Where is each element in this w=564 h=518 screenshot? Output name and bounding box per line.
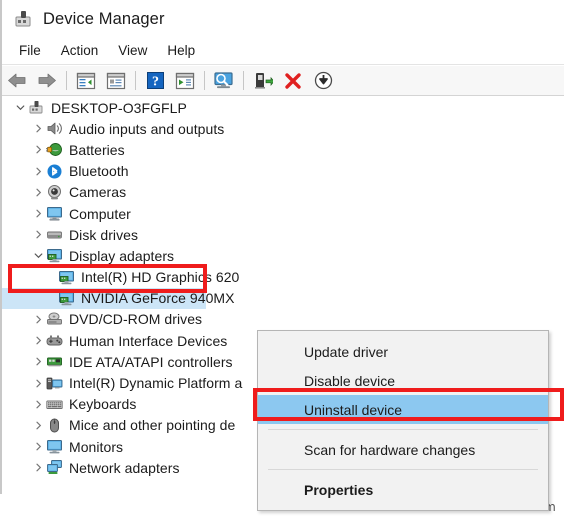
tree-item-label: Cameras bbox=[69, 184, 127, 201]
context-menu-item-properties[interactable]: Properties bbox=[258, 475, 548, 504]
tree-item-desktop[interactable]: DESKTOP-O3FGFLP bbox=[2, 97, 562, 118]
menu-file[interactable]: File bbox=[10, 40, 50, 62]
optical-drive-icon bbox=[46, 311, 63, 328]
chevron-right-icon[interactable] bbox=[30, 163, 46, 179]
tree-item-disk-drives[interactable]: Disk drives bbox=[2, 224, 562, 245]
enable-device-button[interactable] bbox=[250, 69, 276, 93]
chevron-right-icon[interactable] bbox=[30, 396, 46, 412]
display-adapter-icon bbox=[58, 290, 75, 307]
network-adapter-icon bbox=[46, 459, 63, 476]
display-adapter-icon bbox=[46, 247, 63, 264]
gamepad-icon bbox=[46, 332, 63, 349]
show-hide-console-tree-button[interactable] bbox=[73, 69, 99, 93]
toolbar: ? bbox=[2, 66, 564, 96]
chevron-right-icon[interactable] bbox=[30, 375, 46, 391]
display-adapter-icon bbox=[58, 269, 75, 286]
chevron-right-icon[interactable] bbox=[30, 184, 46, 200]
tree-item-label: Bluetooth bbox=[69, 163, 129, 180]
context-menu-item-uninstall-device[interactable]: Uninstall device bbox=[258, 395, 548, 424]
tree-item-label: DVD/CD-ROM drives bbox=[69, 311, 203, 328]
chevron-right-icon[interactable] bbox=[30, 439, 46, 455]
update-driver-button[interactable] bbox=[172, 69, 198, 93]
device-manager-window: Device Manager File Action View Help ? D… bbox=[0, 0, 564, 511]
window-title: Device Manager bbox=[43, 9, 165, 28]
toolbar-separator-4 bbox=[243, 71, 244, 90]
chevron-right-icon[interactable] bbox=[30, 417, 46, 433]
chevron-right-icon[interactable] bbox=[30, 311, 46, 327]
disk-drive-icon bbox=[46, 226, 63, 243]
uninstall-device-button[interactable] bbox=[280, 69, 306, 93]
tree-item-label: Keyboards bbox=[69, 396, 137, 413]
bluetooth-icon bbox=[46, 163, 63, 180]
chevron-right-icon[interactable] bbox=[30, 206, 46, 222]
toolbar-separator-1 bbox=[66, 71, 67, 90]
tree-item-label: Network adapters bbox=[69, 459, 180, 476]
chevron-right-icon[interactable] bbox=[30, 227, 46, 243]
chevron-right-icon[interactable] bbox=[30, 121, 46, 137]
tree-item-label: DESKTOP-O3FGFLP bbox=[51, 99, 187, 116]
context-menu-item-disable-device[interactable]: Disable device bbox=[258, 366, 548, 395]
battery-plug-icon bbox=[46, 141, 63, 158]
speaker-icon bbox=[46, 120, 63, 137]
computer-device-icon bbox=[28, 99, 45, 116]
tree-item-label: Intel(R) Dynamic Platform a bbox=[69, 375, 243, 392]
tree-item-audio[interactable]: Audio inputs and outputs bbox=[2, 118, 562, 139]
tree-item-label: Computer bbox=[69, 205, 131, 222]
context-menu[interactable]: Update driver Disable device Uninstall d… bbox=[257, 330, 549, 511]
menu-view[interactable]: View bbox=[109, 40, 156, 62]
toolbar-separator-3 bbox=[204, 71, 205, 90]
keyboard-icon bbox=[46, 396, 63, 413]
chevron-down-icon[interactable] bbox=[30, 248, 46, 264]
tree-item-label: Batteries bbox=[69, 141, 125, 158]
properties-button[interactable] bbox=[103, 69, 129, 93]
context-menu-item-update-driver[interactable]: Update driver bbox=[258, 337, 548, 366]
help-button[interactable]: ? bbox=[142, 69, 168, 93]
tree-item-label: Intel(R) HD Graphics 620 bbox=[81, 269, 240, 286]
tree-item-label: IDE ATA/ATAPI controllers bbox=[69, 353, 233, 370]
menu-action[interactable]: Action bbox=[52, 40, 108, 62]
context-menu-separator-1 bbox=[268, 429, 538, 430]
back-button[interactable] bbox=[4, 69, 30, 93]
mouse-icon bbox=[46, 417, 63, 434]
tree-item-nvidia-geforce[interactable]: NVIDIA GeForce 940MX bbox=[2, 287, 562, 309]
chevron-right-icon[interactable] bbox=[30, 460, 46, 476]
tree-item-dvd-cdrom[interactable]: DVD/CD-ROM drives bbox=[2, 309, 562, 330]
chevron-down-icon[interactable] bbox=[12, 100, 28, 116]
disable-device-button[interactable] bbox=[310, 69, 336, 93]
chevron-right-icon[interactable] bbox=[30, 354, 46, 370]
context-menu-item-scan-for-hardware-changes[interactable]: Scan for hardware changes bbox=[258, 435, 548, 464]
tree-item-display-adapters[interactable]: Display adapters bbox=[2, 245, 562, 266]
toolbar-separator-2 bbox=[135, 71, 136, 90]
monitor-icon bbox=[46, 205, 63, 222]
tree-item-label: Display adapters bbox=[69, 247, 175, 264]
context-menu-separator-2 bbox=[268, 469, 538, 470]
forward-button[interactable] bbox=[34, 69, 60, 93]
svg-text:?: ? bbox=[152, 75, 159, 90]
ide-controller-icon bbox=[46, 353, 63, 370]
title-bar: Device Manager bbox=[2, 0, 564, 38]
tree-item-cameras[interactable]: Cameras bbox=[2, 182, 562, 203]
tree-item-label: Mice and other pointing de bbox=[69, 417, 236, 434]
tree-item-batteries[interactable]: Batteries bbox=[2, 139, 562, 160]
monitor-icon bbox=[46, 438, 63, 455]
scan-for-hardware-changes-button[interactable] bbox=[211, 69, 237, 93]
tree-item-bluetooth[interactable]: Bluetooth bbox=[2, 161, 562, 182]
tree-item-label: Audio inputs and outputs bbox=[69, 120, 225, 137]
tree-item-label: Human Interface Devices bbox=[69, 332, 228, 349]
tree-item-label: NVIDIA GeForce 940MX bbox=[81, 290, 235, 307]
menu-help[interactable]: Help bbox=[158, 40, 204, 62]
camera-icon bbox=[46, 184, 63, 201]
tree-item-intel-hd-graphics[interactable]: Intel(R) HD Graphics 620 bbox=[2, 267, 562, 288]
chevron-right-icon[interactable] bbox=[30, 142, 46, 158]
tree-item-label: Disk drives bbox=[69, 226, 139, 243]
tree-item-label: Monitors bbox=[69, 438, 124, 455]
menu-bar: File Action View Help bbox=[2, 38, 564, 65]
platform-device-icon bbox=[46, 375, 63, 392]
device-manager-icon bbox=[12, 8, 34, 30]
tree-item-computer[interactable]: Computer bbox=[2, 203, 562, 224]
chevron-right-icon[interactable] bbox=[30, 333, 46, 349]
